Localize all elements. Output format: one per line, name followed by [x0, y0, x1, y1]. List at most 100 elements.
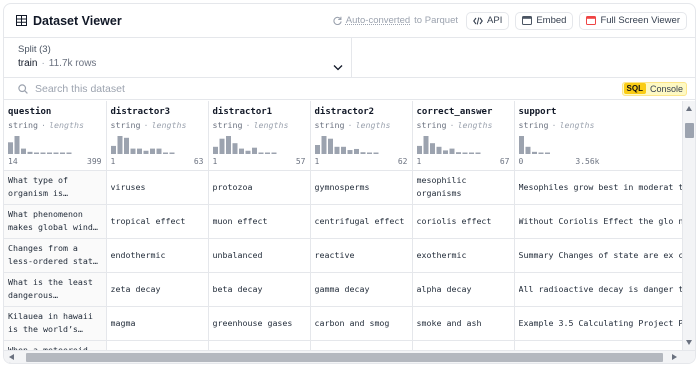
histogram-bar[interactable] [258, 152, 263, 155]
histogram-bar[interactable] [327, 138, 333, 154]
histogram-bar[interactable] [8, 142, 13, 154]
length-histogram[interactable] [8, 136, 73, 154]
table-row[interactable]: What type of organism is… viruses protozoa… [4, 170, 695, 205]
scroll-left-arrow[interactable] [9, 354, 14, 360]
histogram-bar[interactable] [47, 152, 52, 155]
table-cell-support[interactable]: Without Coriolis Effect the glo north to… [514, 204, 695, 239]
histogram-bar[interactable] [149, 148, 155, 154]
search-input[interactable] [35, 82, 335, 95]
histogram-bar[interactable] [462, 152, 467, 155]
histogram-bar[interactable] [449, 148, 454, 154]
histogram-bar[interactable] [123, 137, 129, 154]
auto-converted-link[interactable]: Auto-converted [346, 15, 410, 26]
table-cell-support[interactable]: Example 3.5 Calculating Project Projecti… [514, 306, 695, 341]
histogram-bar[interactable] [232, 143, 237, 154]
histogram-bar[interactable] [21, 148, 26, 154]
table-cell-correct-answer[interactable]: coriolis effect [412, 204, 515, 239]
table-cell-question[interactable]: Kilauea in hawaii is the world’s… [4, 306, 107, 341]
histogram-bar[interactable] [475, 152, 480, 155]
length-histogram[interactable] [314, 136, 380, 154]
histogram-bar[interactable] [347, 150, 352, 154]
histogram-bar[interactable] [538, 152, 543, 155]
table-cell-distractor3[interactable]: magma [106, 306, 209, 341]
histogram-bar[interactable] [518, 136, 524, 154]
histogram-bar[interactable] [251, 147, 257, 154]
column-header-distractor3[interactable]: distractor3 string · lengths 1 63 [106, 101, 209, 171]
api-button[interactable]: API [466, 11, 510, 30]
histogram-bar[interactable] [66, 152, 72, 155]
column-header-distractor1[interactable]: distractor1 string · lengths 1 57 [208, 101, 311, 171]
histogram-bar[interactable] [14, 136, 20, 154]
table-cell-distractor1[interactable]: beta decay [208, 272, 311, 307]
table-cell-question[interactable]: What is the least dangerous… [4, 272, 107, 307]
table-cell-correct-answer[interactable]: alpha decay [412, 272, 515, 307]
table-cell-distractor1[interactable]: greenhouse gases [208, 306, 311, 341]
histogram-bar[interactable] [442, 150, 448, 154]
histogram-bar[interactable] [264, 152, 270, 155]
histogram-bar[interactable] [117, 136, 122, 154]
histogram-bar[interactable] [416, 145, 422, 154]
table-cell-support[interactable]: All radioactive decay is danger things, … [514, 272, 695, 307]
histogram-bar[interactable] [53, 152, 59, 155]
column-header-question[interactable]: question string · lengths 14 399 [4, 101, 107, 171]
histogram-bar[interactable] [334, 146, 339, 154]
histogram-bar[interactable] [169, 152, 174, 155]
table-cell-question[interactable]: Changes from a less-ordered stat… [4, 238, 107, 273]
histogram-bar[interactable] [353, 148, 359, 154]
vertical-scrollbar[interactable] [682, 101, 695, 363]
histogram-bar[interactable] [271, 152, 276, 155]
histogram-bar[interactable] [212, 146, 218, 154]
table-cell-distractor2[interactable]: carbon and smog [310, 306, 413, 341]
histogram-bar[interactable] [455, 152, 461, 154]
histogram-bar[interactable] [340, 146, 346, 154]
embed-button[interactable]: Embed [515, 11, 574, 30]
length-histogram[interactable] [212, 136, 278, 155]
histogram-bar[interactable] [238, 148, 244, 154]
table-cell-support[interactable]: Mesophiles grow best in moderat typicall… [514, 170, 695, 205]
table-cell-distractor2[interactable]: gymnosperms [310, 170, 413, 205]
table-cell-question[interactable]: What phenomenon makes global wind… [4, 204, 107, 239]
table-row[interactable]: What phenomenon makes global wind… tropic… [4, 204, 695, 239]
histogram-bar[interactable] [360, 152, 365, 154]
scroll-up-arrow[interactable] [686, 106, 692, 111]
histogram-bar[interactable] [314, 145, 320, 154]
table-row[interactable]: Kilauea in hawaii is the world’s… magma gr… [4, 306, 695, 341]
histogram-bar[interactable] [225, 136, 231, 154]
histogram-bar[interactable] [40, 152, 46, 155]
table-cell-distractor1[interactable]: unbalanced [208, 238, 311, 273]
histogram-bar[interactable] [143, 150, 148, 154]
histogram-bar[interactable] [423, 136, 428, 154]
table-cell-support[interactable]: Summary Changes of state are ex changes,… [514, 238, 695, 273]
table-cell-distractor1[interactable]: protozoa [208, 170, 311, 205]
table-cell-distractor3[interactable]: tropical effect [106, 204, 209, 239]
table-row[interactable]: What is the least dangerous… zeta decay be… [4, 272, 695, 307]
length-histogram[interactable] [110, 136, 176, 155]
table-cell-distractor2[interactable]: gamma decay [310, 272, 413, 307]
histogram-bar[interactable] [531, 151, 537, 154]
histogram-bar[interactable] [219, 138, 224, 154]
histogram-bar[interactable] [156, 148, 161, 154]
table-cell-distractor2[interactable]: centrifugal effect [310, 204, 413, 239]
table-cell-distractor3[interactable]: endothermic [106, 238, 209, 273]
horizontal-scroll-thumb[interactable] [26, 353, 663, 362]
histogram-bar[interactable] [27, 151, 33, 154]
table-cell-question[interactable]: What type of organism is… [4, 170, 107, 205]
vertical-scroll-thumb[interactable] [685, 123, 694, 138]
histogram-bar[interactable] [136, 148, 142, 154]
table-cell-distractor3[interactable]: viruses [106, 170, 209, 205]
full-screen-viewer-button[interactable]: Full Screen Viewer [579, 11, 687, 30]
table-cell-distractor3[interactable]: zeta decay [106, 272, 209, 307]
histogram-bar[interactable] [60, 152, 65, 155]
histogram-bar[interactable] [525, 146, 530, 154]
histogram-bar[interactable] [436, 146, 441, 154]
histogram-bar[interactable] [162, 152, 168, 155]
table-cell-correct-answer[interactable]: smoke and ash [412, 306, 515, 341]
histogram-bar[interactable] [544, 152, 550, 155]
horizontal-scrollbar[interactable] [4, 350, 695, 363]
table-cell-correct-answer[interactable]: mesophilic organisms [412, 170, 515, 205]
split-selector[interactable]: Split (3) train · 11.7k rows [4, 38, 352, 77]
histogram-bar[interactable] [245, 150, 250, 154]
column-header-support[interactable]: support string · lengths 0 3.56k [514, 101, 695, 171]
histogram-bar[interactable] [468, 152, 474, 155]
histogram-bar[interactable] [34, 152, 39, 155]
